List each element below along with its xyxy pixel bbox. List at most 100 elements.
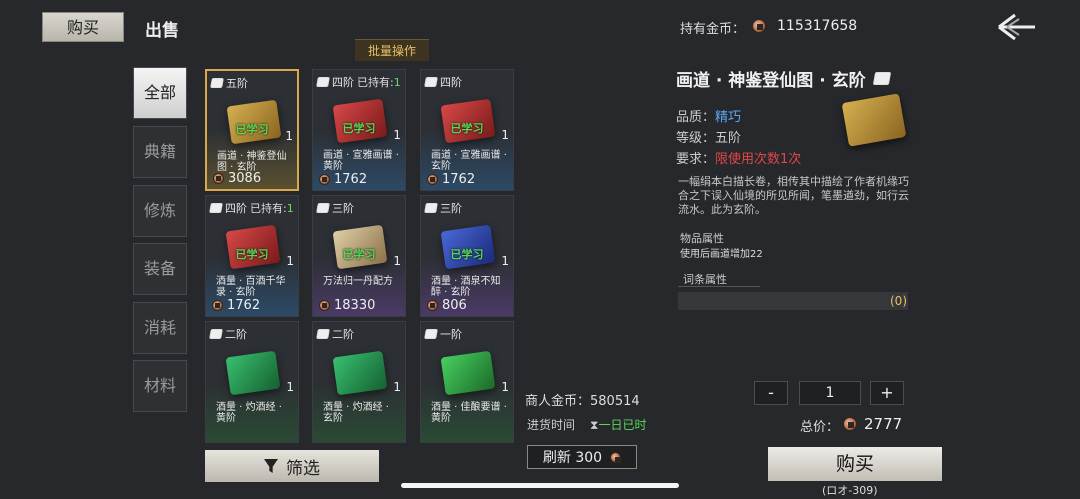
- scroll-icon: [424, 77, 438, 87]
- owned-label: 已持有:: [250, 202, 287, 215]
- item-quantity: 1: [393, 254, 401, 268]
- scroll-icon: [424, 203, 438, 213]
- tab-sell[interactable]: 出售: [145, 16, 179, 41]
- category-materials[interactable]: 材料: [133, 360, 187, 412]
- item-tier: 三阶: [440, 202, 462, 215]
- item-card[interactable]: 三阶 已学习 1 万法归一丹配方 18330: [312, 195, 406, 317]
- held-gold-label: 持有金币：: [680, 22, 746, 37]
- item-card[interactable]: 五阶 已学习 1 画道 · 神鉴登仙图 · 玄阶 3086: [205, 69, 299, 191]
- coin-icon: [213, 173, 224, 184]
- item-tier: 四阶: [225, 202, 247, 215]
- tier-row: 三阶: [316, 200, 357, 216]
- learned-badge: 已学习: [342, 122, 376, 135]
- category-consumables[interactable]: 消耗: [133, 302, 187, 354]
- item-quantity: 1: [393, 380, 401, 394]
- item-price: 1762: [427, 172, 475, 187]
- learned-badge: 已学习: [450, 122, 484, 135]
- item-card[interactable]: 四阶 已持有:1 已学习 1 酒量 · 百酒千华录 · 玄阶 1762: [205, 195, 299, 317]
- item-tier: 五阶: [226, 77, 248, 90]
- batch-operation-button[interactable]: 批量操作: [355, 39, 429, 61]
- item-name: 酒量 · 灼酒经 · 玄阶: [323, 402, 389, 424]
- item-price: 1762: [319, 172, 367, 187]
- scroll-icon: [316, 203, 330, 213]
- merchant-gold-value: 580514: [590, 394, 640, 409]
- item-description: 一幅绢本白描长卷，相传其中描绘了作者机缘巧合之下误入仙境的所见所闻，笔墨遒劲，如…: [678, 175, 909, 216]
- category-cultivation[interactable]: 修炼: [133, 185, 187, 237]
- affix-bar: [678, 292, 908, 310]
- increase-quantity-button[interactable]: +: [870, 381, 904, 405]
- home-indicator[interactable]: [401, 483, 679, 488]
- category-all[interactable]: 全部: [133, 67, 187, 119]
- tier-row: 四阶 已持有:1: [209, 200, 294, 216]
- tier-row: 二阶: [316, 326, 357, 342]
- learned-badge: 已学习: [235, 248, 269, 261]
- quality-value: 精巧: [715, 110, 742, 125]
- scroll-icon: [209, 203, 223, 213]
- affix-count: (0): [890, 294, 907, 308]
- item-title-text: 画道 · 神鉴登仙图 · 玄阶: [676, 71, 866, 91]
- requirement-row: 要求：限使用次数1次: [676, 148, 801, 167]
- item-quantity: 1: [286, 254, 294, 268]
- level-value: 五阶: [715, 131, 742, 146]
- refresh-label: 刷新 300: [542, 450, 603, 466]
- coin-icon: [319, 300, 330, 311]
- item-card[interactable]: 二阶 1 酒量 · 灼酒经 · 玄阶: [312, 321, 406, 443]
- coin-icon: [752, 19, 766, 33]
- item-card[interactable]: 二阶 1 酒量 · 灼酒经 · 黄阶: [205, 321, 299, 443]
- back-arrow-icon[interactable]: [995, 10, 1039, 44]
- item-tier: 四阶: [440, 76, 462, 89]
- item-title: 画道 · 神鉴登仙图 · 玄阶: [676, 66, 891, 91]
- tab-buy[interactable]: 购买: [42, 12, 124, 42]
- buy-button[interactable]: 购买: [768, 447, 942, 481]
- category-books[interactable]: 典籍: [133, 126, 187, 178]
- item-card[interactable]: 四阶 已持有:1 已学习 1 画道 · 宣雅画谱 · 黄阶 1762: [312, 69, 406, 191]
- owned-indicator: 已持有:1: [357, 74, 401, 90]
- scroll-icon: [424, 329, 438, 339]
- item-price-value: 1762: [227, 298, 261, 313]
- tier-row: 三阶: [424, 200, 465, 216]
- item-tier: 四阶: [332, 76, 354, 89]
- tier-row: 四阶: [424, 74, 465, 90]
- divider: [678, 286, 760, 287]
- scroll-icon: [210, 78, 224, 88]
- tier-row: 一阶: [424, 326, 465, 342]
- merchant-gold-label: 商人金币：: [525, 394, 591, 409]
- item-price-value: 1762: [442, 172, 476, 187]
- item-price: 1762: [212, 298, 260, 313]
- item-tier: 三阶: [332, 202, 354, 215]
- coin-icon: [427, 174, 438, 185]
- item-tier: 二阶: [332, 328, 354, 341]
- level-row: 等级：五阶: [676, 127, 741, 146]
- learned-badge: 已学习: [235, 123, 269, 136]
- item-price-value: 1762: [334, 172, 368, 187]
- total-price-value: 2777: [864, 415, 903, 433]
- coin-icon: [427, 300, 438, 311]
- refresh-button[interactable]: 刷新 300: [527, 445, 637, 469]
- quantity-input[interactable]: 1: [799, 381, 861, 405]
- scroll-icon: [316, 77, 330, 87]
- item-attribute-text: 使用后画道增加22: [680, 249, 763, 260]
- item-tier: 二阶: [225, 328, 247, 341]
- item-name: 酒量 · 佳酿要谱 · 黄阶: [431, 402, 507, 424]
- book-icon: [440, 350, 496, 396]
- level-label: 等级：: [676, 131, 716, 146]
- filter-icon: [264, 459, 278, 473]
- item-book-icon: [841, 93, 907, 147]
- scroll-icon: [316, 329, 330, 339]
- item-quantity: 1: [285, 129, 293, 143]
- item-card[interactable]: 一阶 1 酒量 · 佳酿要谱 · 黄阶: [420, 321, 514, 443]
- item-card[interactable]: 三阶 已学习 1 酒量 · 酒泉不知醉 · 玄阶 806: [420, 195, 514, 317]
- restock-label: 进货时间: [527, 418, 576, 432]
- filter-button[interactable]: 筛选: [205, 450, 379, 482]
- item-price: 18330: [319, 298, 375, 313]
- buy-shortcut-hint: (ロオ-309): [822, 484, 878, 497]
- decrease-quantity-button[interactable]: -: [754, 381, 788, 405]
- item-quantity: 1: [286, 380, 294, 394]
- category-equipment[interactable]: 装备: [133, 243, 187, 295]
- item-card[interactable]: 四阶 已学习 1 画道 · 宣雅画谱 · 玄阶 1762: [420, 69, 514, 191]
- owned-label: 已持有:: [357, 76, 394, 89]
- held-gold-value: 115317658: [777, 18, 858, 34]
- learned-badge: 已学习: [342, 248, 376, 261]
- owned-count: 1: [393, 76, 401, 89]
- quality-row: 品质：精巧: [676, 106, 741, 125]
